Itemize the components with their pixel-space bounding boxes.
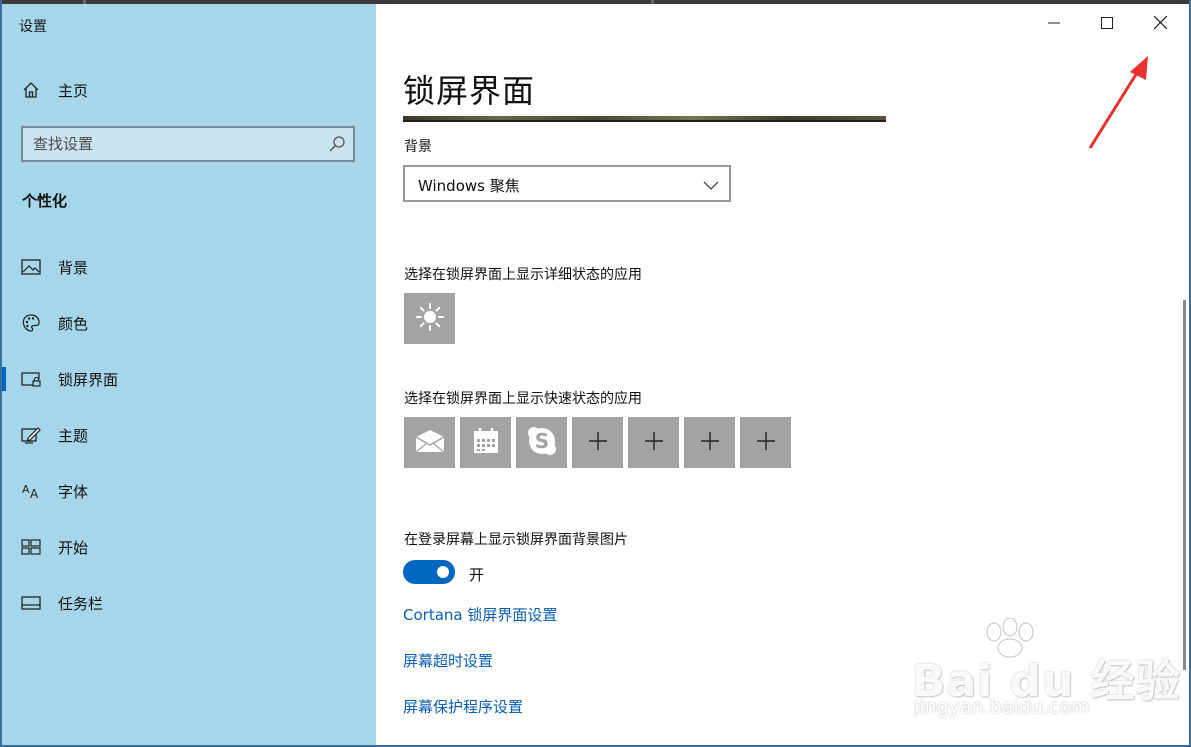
- window-frame: [0, 0, 1191, 747]
